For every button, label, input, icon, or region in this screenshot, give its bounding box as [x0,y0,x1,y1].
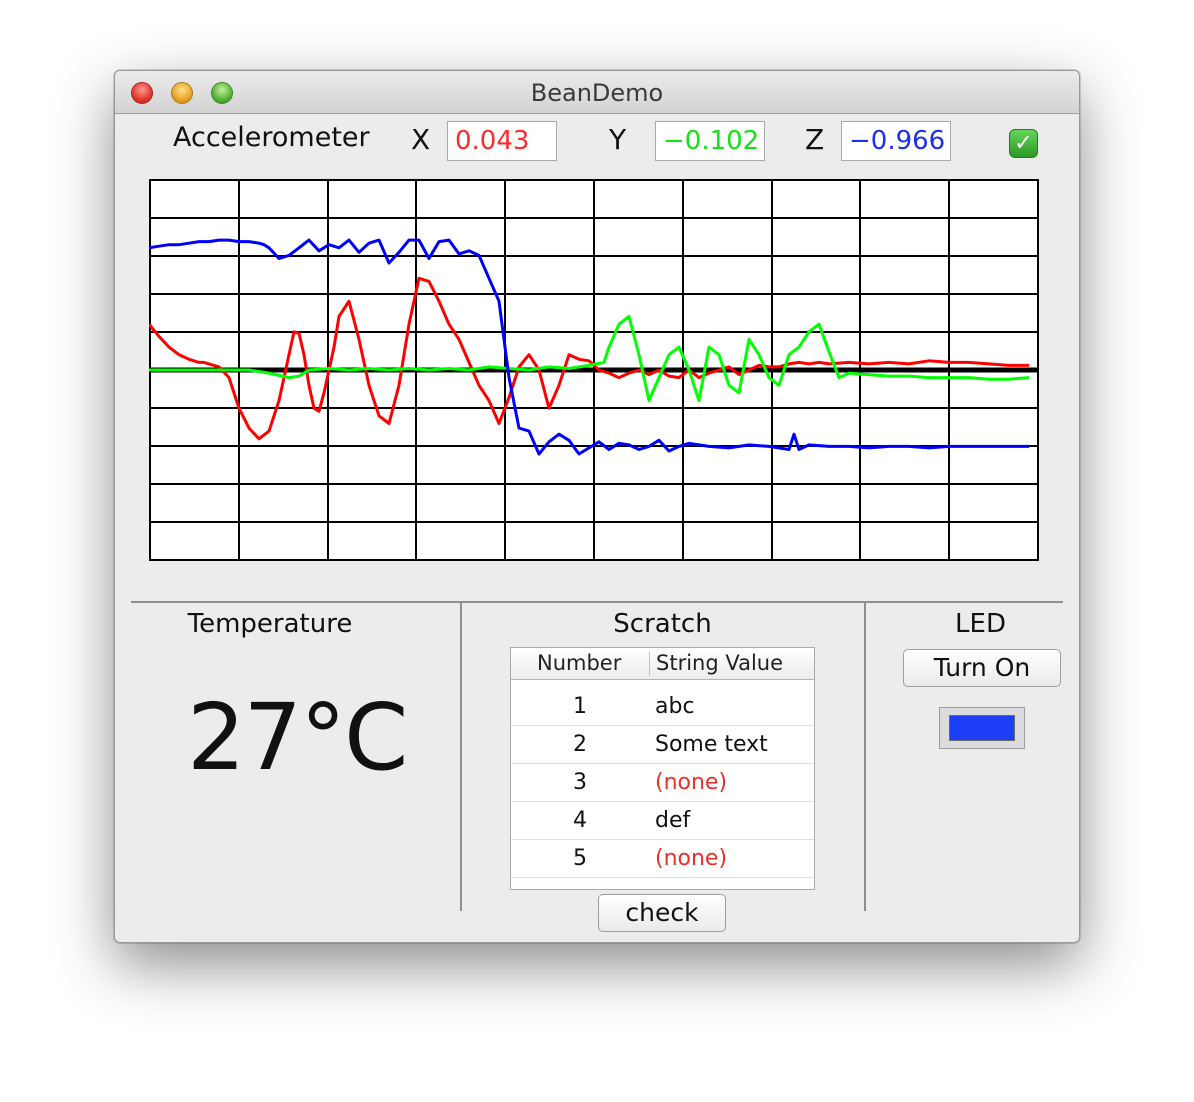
led-color-well[interactable] [939,707,1025,749]
row-number: 4 [573,808,587,833]
row-string-value: def [655,808,691,833]
column-header-string-value[interactable]: String Value [656,651,783,675]
row-string-value: Some text [655,732,768,757]
row-string-value: abc [655,694,695,719]
table-row[interactable]: 3 (none) [511,764,814,802]
row-number: 1 [573,694,587,719]
table-row[interactable]: 1 abc [511,688,814,726]
accelerometer-chart [149,179,1039,561]
y-axis-label: Y [609,123,627,156]
temperature-label: Temperature [187,609,353,639]
window-title: BeanDemo [530,79,664,107]
row-string-value: (none) [655,846,728,871]
table-row[interactable]: 5 (none) [511,840,814,878]
section-divider [131,601,1063,603]
x-axis-label: X [411,123,431,156]
row-number: 2 [573,732,587,757]
column-divider-left [460,601,462,911]
beandemo-window: BeanDemo Accelerometer X 0.043 Y −0.102 … [114,70,1080,943]
table-row[interactable]: 2 Some text [511,726,814,764]
temperature-value: 27°C [187,684,408,791]
led-color-swatch [949,715,1015,741]
row-number: 3 [573,770,587,795]
column-divider-right [864,601,866,911]
table-row[interactable]: 4 def [511,802,814,840]
accelerometer-enabled-checkbox[interactable]: ✓ [1009,129,1038,158]
z-value-field[interactable]: −0.966 [841,121,951,161]
z-axis-label: Z [805,123,825,156]
scratch-table[interactable]: Number String Value 1 abc 2 Some text 3 (none… [510,647,815,890]
y-value-field[interactable]: −0.102 [655,121,765,161]
check-button[interactable]: check [598,894,726,932]
x-value-field[interactable]: 0.043 [447,121,557,161]
column-separator [649,652,650,676]
scratch-label: Scratch [613,609,712,639]
scratch-table-header: Number String Value [511,648,814,680]
row-string-value: (none) [655,770,728,795]
accelerometer-label: Accelerometer [173,122,370,153]
title-bar[interactable]: BeanDemo [115,71,1079,114]
led-label: LED [955,609,1006,639]
led-turn-on-button[interactable]: Turn On [903,649,1061,687]
column-header-number[interactable]: Number [537,651,621,675]
row-number: 5 [573,846,587,871]
